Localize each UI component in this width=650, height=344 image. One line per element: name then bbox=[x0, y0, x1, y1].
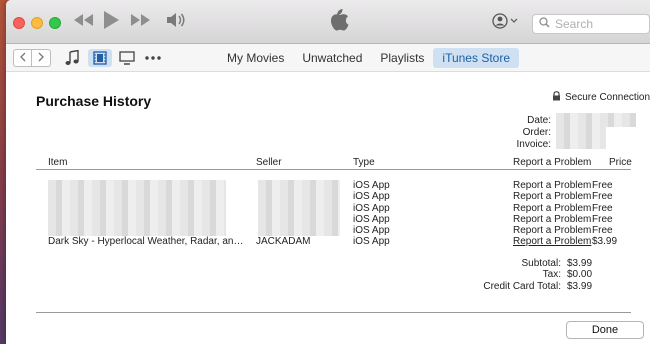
apple-logo-icon bbox=[329, 8, 349, 37]
table-row: iOS App Report a Problem Free bbox=[36, 191, 631, 202]
tab-unwatched[interactable]: Unwatched bbox=[293, 48, 371, 68]
price-cell: Free bbox=[592, 180, 613, 191]
itunes-window: Search My Movies Unwatched Playlists iTu… bbox=[6, 0, 650, 344]
status-display bbox=[196, 6, 481, 38]
table-header: Item Seller Type Report a Problem Price bbox=[36, 157, 632, 170]
type-cell: iOS App bbox=[353, 191, 390, 203]
type-cell: iOS App bbox=[353, 202, 390, 214]
library-tabs: My Movies Unwatched Playlists iTunes Sto… bbox=[218, 48, 519, 68]
table-row: iOS App Report a Problem Free bbox=[36, 203, 631, 214]
credit-card-total-value: $3.99 bbox=[567, 280, 593, 292]
column-header-report: Report a Problem bbox=[513, 157, 592, 168]
price-cell: Free bbox=[592, 202, 613, 214]
purchase-table: iOS App Report a Problem Free iOS App Re… bbox=[36, 180, 631, 248]
music-note-icon[interactable] bbox=[64, 49, 80, 67]
tab-itunes-store[interactable]: iTunes Store bbox=[433, 48, 519, 68]
title-bar: Search bbox=[6, 0, 650, 44]
invoice-label: Invoice: bbox=[516, 139, 551, 150]
tv-icon[interactable] bbox=[118, 49, 136, 67]
minimize-window-button[interactable] bbox=[31, 17, 43, 29]
redacted-order-invoice bbox=[556, 125, 606, 149]
more-icon[interactable] bbox=[144, 49, 162, 67]
rewind-icon[interactable] bbox=[72, 12, 94, 28]
done-button[interactable]: Done bbox=[566, 321, 644, 339]
secure-connection-label: Secure Connection bbox=[565, 92, 650, 103]
tab-my-movies[interactable]: My Movies bbox=[218, 48, 293, 68]
order-meta: Date: Order: Invoice: bbox=[496, 115, 551, 151]
report-problem-link[interactable]: Report a Problem bbox=[513, 203, 591, 214]
volume-icon[interactable] bbox=[166, 12, 186, 28]
table-row: iOS App Report a Problem Free bbox=[36, 180, 631, 191]
column-header-type: Type bbox=[353, 157, 375, 168]
seller-cell: JACKADAM bbox=[256, 236, 311, 248]
back-button[interactable] bbox=[13, 49, 32, 67]
close-window-button[interactable] bbox=[13, 17, 25, 29]
account-icon bbox=[492, 12, 520, 34]
subtotal-label: Subtotal: bbox=[521, 258, 561, 269]
table-row: Dark Sky - Hyperlocal Weather, Radar, an… bbox=[36, 236, 631, 247]
column-header-item: Item bbox=[48, 157, 68, 168]
forward-button[interactable] bbox=[32, 49, 51, 67]
purchase-history-panel: Purchase History Secure Connection Date:… bbox=[6, 73, 650, 344]
report-problem-link[interactable]: Report a Problem bbox=[513, 236, 591, 247]
type-cell: iOS App bbox=[353, 225, 390, 237]
order-totals: Subtotal: $3.99 Tax: $0.00 Credit Card T… bbox=[466, 258, 601, 292]
order-label: Order: bbox=[522, 127, 551, 138]
search-input[interactable]: Search bbox=[532, 14, 650, 34]
price-cell: $3.99 bbox=[592, 236, 618, 248]
search-icon bbox=[539, 17, 555, 31]
account-button[interactable] bbox=[492, 12, 520, 34]
price-cell: Free bbox=[592, 213, 613, 225]
divider bbox=[36, 312, 631, 313]
type-cell: iOS App bbox=[353, 213, 390, 225]
column-header-price: Price bbox=[609, 157, 632, 168]
date-label: Date: bbox=[527, 115, 551, 126]
movie-icon[interactable] bbox=[88, 49, 112, 67]
page-title: Purchase History bbox=[36, 93, 152, 109]
type-cell: iOS App bbox=[353, 180, 390, 191]
subtotal-value: $3.99 bbox=[567, 258, 593, 269]
report-problem-link[interactable]: Report a Problem bbox=[513, 180, 591, 191]
media-toolbar: My Movies Unwatched Playlists iTunes Sto… bbox=[6, 44, 650, 72]
report-problem-link[interactable]: Report a Problem bbox=[513, 225, 591, 236]
search-placeholder: Search bbox=[555, 17, 594, 31]
tax-value: $0.00 bbox=[567, 269, 593, 281]
secure-connection-indicator: Secure Connection bbox=[552, 91, 650, 104]
tab-playlists[interactable]: Playlists bbox=[371, 48, 433, 68]
report-problem-link[interactable]: Report a Problem bbox=[513, 214, 591, 225]
credit-card-total-label: Credit Card Total: bbox=[483, 280, 561, 292]
tax-label: Tax: bbox=[542, 269, 561, 281]
price-cell: Free bbox=[592, 225, 613, 237]
item-cell: Dark Sky - Hyperlocal Weather, Radar, an… bbox=[48, 236, 246, 248]
chevron-left-icon bbox=[19, 49, 27, 67]
play-icon[interactable] bbox=[102, 10, 120, 30]
report-problem-link[interactable]: Report a Problem bbox=[513, 191, 591, 202]
price-cell: Free bbox=[592, 191, 613, 203]
chevron-right-icon bbox=[37, 49, 45, 67]
lock-icon bbox=[552, 91, 561, 104]
table-row: iOS App Report a Problem Free bbox=[36, 214, 631, 225]
zoom-window-button[interactable] bbox=[49, 17, 61, 29]
column-header-seller: Seller bbox=[256, 157, 282, 168]
type-cell: iOS App bbox=[353, 236, 390, 248]
fast-forward-icon[interactable] bbox=[130, 12, 152, 28]
table-row: iOS App Report a Problem Free bbox=[36, 225, 631, 236]
